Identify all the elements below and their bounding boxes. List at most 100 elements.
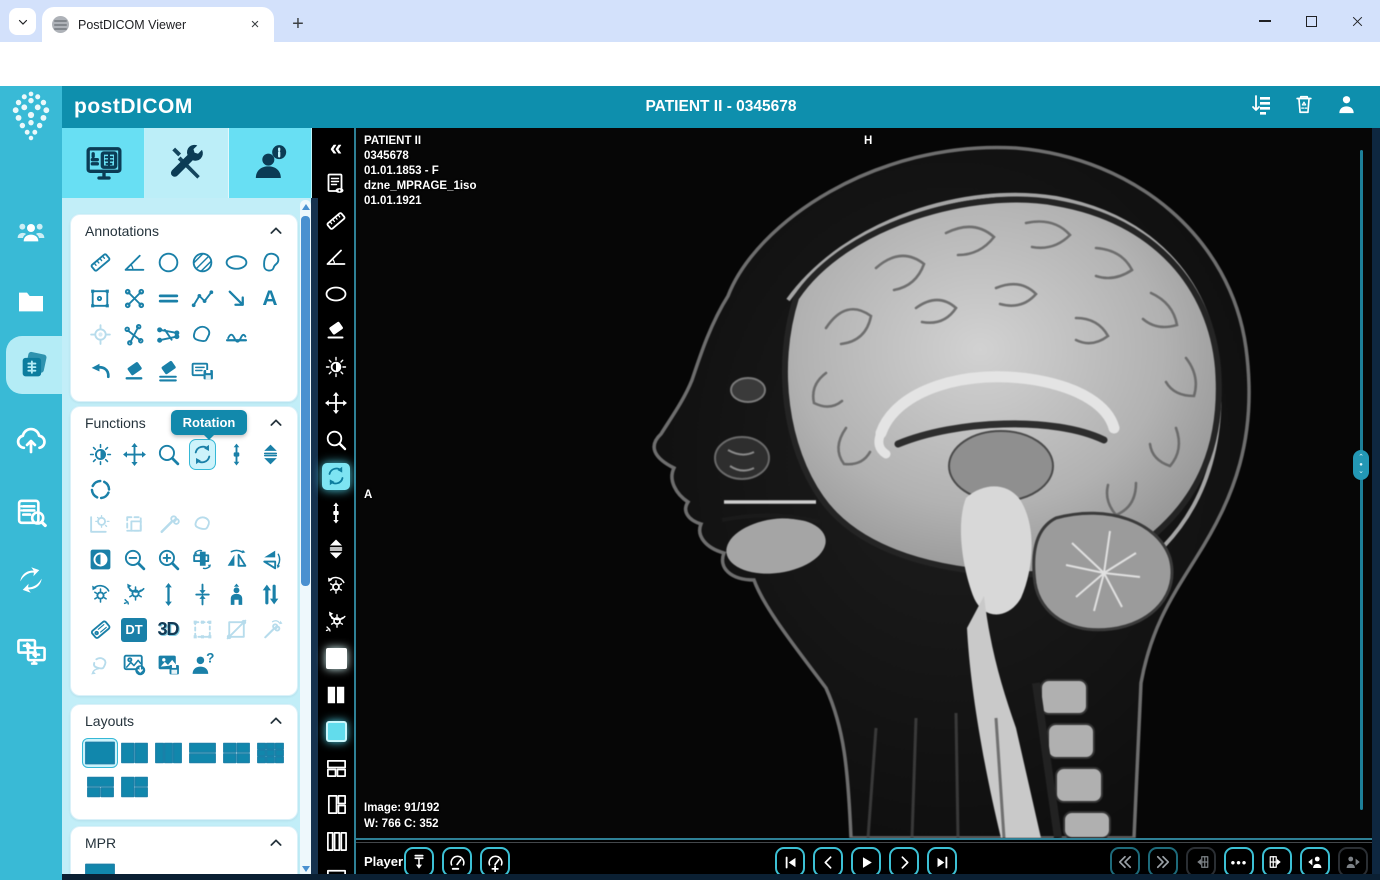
layout-2x2[interactable] [222, 739, 250, 766]
localizer-tool[interactable] [87, 476, 114, 503]
cobb-angle-tool[interactable] [155, 321, 182, 348]
ellipse-tool[interactable] [223, 249, 250, 276]
region-window-level-tool[interactable] [87, 511, 114, 538]
layout-2col-button[interactable] [322, 682, 350, 709]
image-scroll-slider-thumb[interactable]: ⌃ ● ⌄ [1353, 450, 1369, 480]
invert-tool[interactable] [87, 546, 114, 573]
erase-all-tool[interactable] [155, 357, 182, 384]
previous-image-button[interactable] [813, 847, 843, 877]
previous-series-grid-button[interactable] [1186, 847, 1216, 877]
layout-1x1-active-button[interactable] [322, 645, 350, 672]
expand-vertical-tool[interactable] [155, 581, 182, 608]
text-tool[interactable]: A [257, 285, 284, 312]
scroll-tool[interactable] [223, 441, 250, 468]
recycle-bin-button[interactable] [1293, 93, 1315, 122]
image-viewport[interactable]: PATIENT II 0345678 01.01.1853 - F dzne_M… [356, 128, 1372, 840]
window-level-tool[interactable] [87, 441, 114, 468]
sidebar-item-folders[interactable] [0, 276, 62, 328]
layout-1-left-2-right[interactable] [120, 773, 148, 800]
open-cross-tool[interactable] [121, 321, 148, 348]
collapse-chevron-icon[interactable] [268, 223, 284, 239]
layout-3x3[interactable] [256, 739, 284, 766]
sidebar-item-image-studies[interactable] [6, 336, 62, 394]
flip-horizontal-tool[interactable] [223, 546, 250, 573]
collapse-panel-button[interactable]: « [322, 134, 350, 161]
tab-close-icon[interactable]: × [246, 16, 264, 34]
shrink-vertical-tool[interactable] [189, 581, 216, 608]
window-close-button[interactable] [1334, 0, 1380, 42]
scroll-button[interactable] [322, 499, 350, 526]
stack-scroll-button[interactable] [322, 536, 350, 563]
region-select-tool[interactable] [121, 511, 148, 538]
collapse-chevron-icon[interactable] [268, 835, 284, 851]
series-layout-active-button[interactable] [322, 718, 350, 745]
bounding-box-tool[interactable] [189, 616, 216, 643]
sort-images-tool[interactable] [257, 581, 284, 608]
patient-query-tool[interactable]: ? [189, 651, 216, 678]
parallel-lines-tool[interactable] [155, 285, 182, 312]
layout-3col-button[interactable] [322, 828, 350, 855]
previous-patient-button[interactable] [1300, 847, 1330, 877]
rotate-flip-tool[interactable] [189, 546, 216, 573]
new-tab-button[interactable]: + [284, 10, 312, 38]
next-image-button[interactable] [889, 847, 919, 877]
bone-rotate-tool[interactable] [257, 616, 284, 643]
flip-vertical-tool[interactable] [257, 546, 284, 573]
window-minimize-button[interactable] [1242, 0, 1288, 42]
freehand-tool[interactable] [257, 249, 284, 276]
speed-increase-button[interactable] [480, 847, 510, 877]
scrollbar-up-arrow[interactable] [302, 204, 310, 210]
true-size-tool[interactable] [223, 581, 250, 608]
save-annotations-tool[interactable] [189, 357, 216, 384]
tab-search-caret-button[interactable] [9, 8, 36, 35]
closed-region-tool[interactable] [189, 321, 216, 348]
browser-tab[interactable]: PostDICOM Viewer × [42, 7, 274, 42]
speed-decrease-button[interactable] [442, 847, 472, 877]
rotate-cw-button[interactable] [322, 572, 350, 599]
rotation-button-active[interactable] [322, 462, 350, 490]
ruler-tool-button[interactable] [322, 207, 350, 234]
rotate-ccw-tool[interactable] [121, 581, 148, 608]
sidebar-item-device-transfer[interactable] [0, 624, 62, 676]
zoom-out-tool[interactable] [121, 546, 148, 573]
export-image-tool[interactable] [121, 651, 148, 678]
auto-import-queue-button[interactable] [1249, 93, 1273, 122]
layout-1-top-2-bottom-button[interactable] [322, 755, 350, 782]
undo-region-tool[interactable] [87, 651, 114, 678]
zoom-button[interactable] [322, 426, 350, 453]
layout-1x1[interactable] [82, 737, 118, 768]
sidebar-item-patient-groups[interactable] [0, 206, 62, 258]
stack-scroll-tool[interactable] [257, 441, 284, 468]
ruler-tool[interactable] [87, 249, 114, 276]
pan-tool[interactable] [121, 441, 148, 468]
sidebar-item-quick-share[interactable] [0, 554, 62, 606]
window-level-button[interactable] [322, 353, 350, 380]
probe-tool[interactable] [155, 511, 182, 538]
fast-forward-button[interactable] [1148, 847, 1178, 877]
next-patient-button[interactable] [1338, 847, 1368, 877]
angle-tool[interactable] [121, 249, 148, 276]
undo-tool[interactable] [87, 357, 114, 384]
account-button[interactable] [1335, 93, 1358, 122]
report-view-button[interactable] [322, 171, 350, 198]
eraser-tool-button[interactable] [322, 317, 350, 344]
spline-tool[interactable] [223, 321, 250, 348]
layout-2row[interactable] [188, 739, 216, 766]
filled-circle-tool[interactable] [189, 249, 216, 276]
region-freehand-tool[interactable] [189, 511, 216, 538]
three-d-tool[interactable]: 3D [155, 616, 182, 643]
circle-tool[interactable] [155, 249, 182, 276]
rotate-ccw-button[interactable] [322, 609, 350, 636]
save-image-tool[interactable] [155, 651, 182, 678]
image-scroll-slider-track[interactable] [1360, 150, 1363, 810]
sidebar-item-order-search[interactable] [0, 486, 62, 538]
cross-ruler-tool[interactable] [121, 285, 148, 312]
rectangle-tool[interactable] [87, 285, 114, 312]
collapse-chevron-icon[interactable] [268, 713, 284, 729]
fast-backward-button[interactable] [1110, 847, 1140, 877]
point-marker-tool[interactable] [87, 321, 114, 348]
arrow-tool[interactable] [223, 285, 250, 312]
layout-2col[interactable] [120, 739, 148, 766]
layout-3col[interactable] [154, 739, 182, 766]
ellipse-tool-button[interactable] [322, 280, 350, 307]
